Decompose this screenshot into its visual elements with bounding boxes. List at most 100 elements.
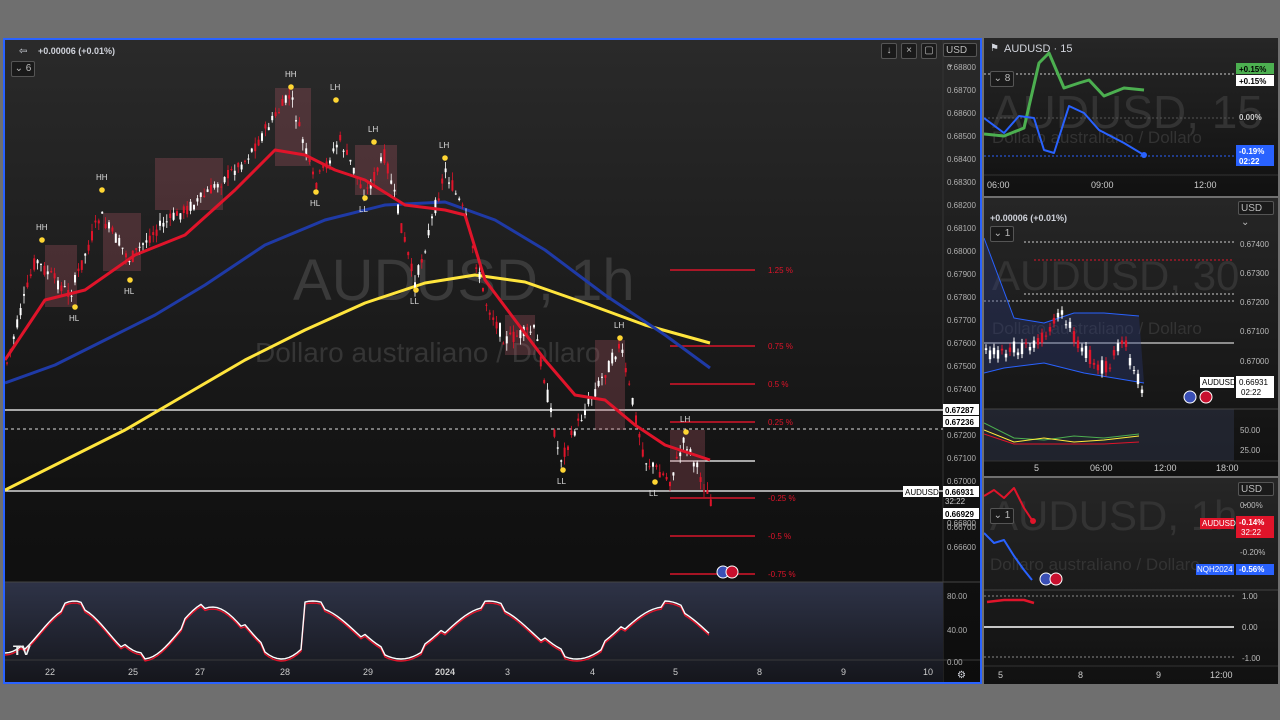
mini-chart-15m[interactable]: AUDUSD, 15 Dollaro australiano / Dollaro +…	[984, 38, 1278, 196]
candle-body	[332, 148, 335, 152]
candle-body	[329, 160, 331, 164]
candle-body	[1108, 367, 1112, 369]
y-tick-label: 0.67000	[947, 477, 976, 486]
currency-select[interactable]: USD ⌄	[943, 43, 977, 70]
settings-icon[interactable]: ⚙	[957, 670, 966, 681]
candle-body	[607, 361, 610, 373]
candle-body	[641, 449, 644, 457]
symbol-tag: AUDUSD	[1202, 378, 1236, 387]
indicators-toggle[interactable]: ⌄ 1	[990, 226, 1014, 242]
fib-label: 0.75 %	[768, 342, 793, 351]
candle-body	[33, 258, 36, 270]
candle-body	[437, 198, 440, 201]
y-tick-label: 0.68600	[947, 109, 976, 118]
main-chart-canvas[interactable]: AUDUSD, 1hDollaro australiano / Dollaro0…	[5, 40, 980, 682]
mini-chart-30m-canvas[interactable]: AUDUSD, 30Dollaro australiano / Dollaro0…	[984, 198, 1278, 476]
candle-body	[288, 95, 291, 99]
candle-body	[240, 164, 243, 170]
indicators-toggle[interactable]: ⌄ 6	[11, 61, 35, 77]
mini-chart-compare[interactable]: AUDUSD, 1h Dollaro australiano / Dollaro 0…	[984, 478, 1278, 684]
main-chart-pane[interactable]: AUDUSD, 1h Dollaro australiano / Dollaro 0…	[3, 38, 982, 684]
candle-body	[50, 271, 53, 273]
candle-body	[46, 271, 49, 275]
candle-body	[376, 167, 379, 172]
candle-body	[40, 263, 42, 265]
compare-tag: NQH2024	[1197, 565, 1233, 574]
candle-body	[478, 272, 481, 279]
candle-body	[448, 182, 450, 184]
candle-body	[1016, 352, 1020, 356]
candle-body	[992, 347, 996, 355]
osc-tick-label: 40.00	[947, 626, 968, 635]
back-arrow-icon[interactable]: ⇦	[19, 46, 27, 57]
candle-body	[709, 499, 712, 506]
symbol-tag: AUDUSD	[905, 488, 939, 497]
indicators-toggle[interactable]: ⌄ 8	[990, 71, 1014, 87]
candle-body	[301, 139, 304, 143]
candle-body	[658, 472, 661, 478]
candle-body	[451, 180, 454, 191]
candle-body	[1124, 340, 1128, 347]
candle-body	[16, 319, 19, 328]
candle-body	[43, 265, 46, 275]
mini-chart-15m-canvas[interactable]: AUDUSD, 15Dollaro australiano / Dollaro+…	[984, 38, 1278, 196]
candle-body	[648, 466, 651, 468]
watermark: AUDUSD, 1h	[990, 492, 1237, 539]
swing-point	[39, 237, 45, 243]
candle-body	[539, 356, 542, 367]
scroll-down-icon[interactable]: ↓	[881, 43, 897, 59]
y-tick-label: 0.68100	[947, 224, 976, 233]
candle-body	[1040, 332, 1044, 343]
current-price: 0.66931	[1239, 378, 1268, 387]
symbol-title: AUDUSD · 15	[1004, 43, 1073, 55]
swing-label: HL	[310, 199, 321, 208]
x-tick-label: 25	[128, 667, 138, 677]
currency-label: USD	[946, 45, 968, 56]
candle-body	[101, 211, 104, 214]
currency-select[interactable]: USD ⌄	[1238, 482, 1274, 509]
candle-body	[580, 420, 583, 422]
percent-tag: -0.19%	[1239, 147, 1264, 156]
candle-body	[1004, 353, 1008, 358]
osc-tick: -1.00	[1242, 654, 1261, 663]
candle-body	[1068, 321, 1072, 328]
maximize-icon[interactable]: ▢	[921, 43, 937, 59]
x-tick-label: 29	[363, 667, 373, 677]
fib-label: 0.5 %	[768, 380, 788, 389]
candle-body	[512, 331, 515, 342]
osc-red	[986, 598, 1035, 605]
x-tick-label: 8	[1078, 670, 1083, 680]
candle-body	[444, 168, 447, 173]
swing-point	[99, 187, 105, 193]
indicators-toggle[interactable]: ⌄ 1	[990, 508, 1014, 524]
candle-body	[597, 380, 600, 386]
candle-body	[611, 352, 614, 364]
candle-body	[1092, 362, 1096, 365]
candle-body	[264, 124, 267, 129]
close-icon[interactable]: ×	[901, 43, 917, 59]
candle-body	[614, 356, 617, 360]
candle-body	[1012, 341, 1016, 353]
candle-body	[1032, 340, 1036, 348]
candle-body	[543, 380, 546, 384]
mini-chart-compare-canvas[interactable]: AUDUSD, 1h Dollaro australiano / Dollaro 0…	[984, 478, 1278, 684]
candle-body	[206, 189, 209, 192]
candle-body	[342, 150, 345, 152]
candle-body	[199, 192, 202, 197]
y-tick-label: 0.67100	[1240, 327, 1269, 336]
candle-body	[407, 252, 410, 256]
y-tick-label: 0.68200	[947, 201, 976, 210]
candle-body	[628, 383, 631, 385]
currency-select[interactable]: USD ⌄	[1238, 201, 1274, 228]
candle-body	[97, 220, 100, 224]
mini-chart-30m[interactable]: AUDUSD, 30 Dollaro australiano / Dollaro 0…	[984, 198, 1278, 476]
swing-point	[560, 467, 566, 473]
y-tick-label: 0.68700	[947, 86, 976, 95]
candle-body	[189, 201, 192, 211]
osc-tick-label: 80.00	[947, 592, 968, 601]
x-tick-label: 5	[998, 670, 1003, 680]
y-tick-label: 0.68500	[947, 132, 976, 141]
candle-body	[618, 343, 620, 349]
candle-body	[397, 204, 399, 214]
candle-body	[159, 220, 161, 226]
